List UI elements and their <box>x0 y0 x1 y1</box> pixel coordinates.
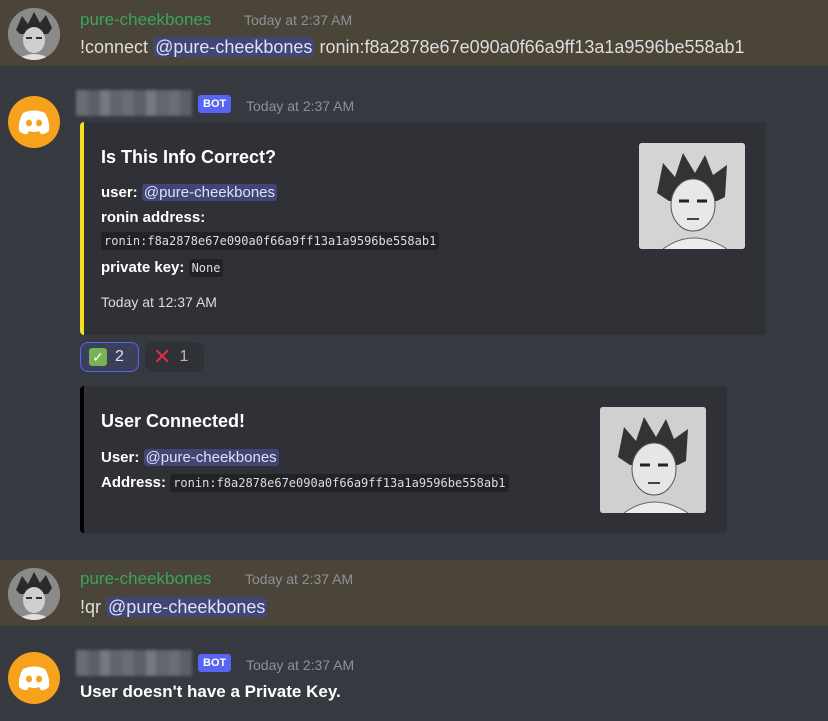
user-avatar[interactable] <box>8 8 60 60</box>
embed-thumbnail[interactable] <box>639 143 745 249</box>
user-mention[interactable]: @pure-cheekbones <box>143 449 279 466</box>
username[interactable]: pure-cheekbones <box>80 569 211 589</box>
reaction-count: 2 <box>115 348 124 365</box>
command-text: !connect <box>80 37 149 57</box>
timestamp: Today at 2:37 AM <box>244 12 353 28</box>
user-mention[interactable]: @pure-cheekbones <box>141 184 277 201</box>
user-label: User: <box>101 449 140 466</box>
message-content: !connect @pure-cheekbones ronin:f8a2878e… <box>80 37 745 58</box>
redacted-bot-name <box>76 650 192 676</box>
check-mark-icon: ✓ <box>89 348 107 366</box>
embed-ronin-value-line: ronin:f8a2878e67e090a0f66a9ff13a1a9596be… <box>101 232 440 250</box>
message-user-connect: pure-cheekbones Today at 2:37 AM !connec… <box>0 0 828 66</box>
redacted-bot-name <box>76 90 192 116</box>
embed-title: User Connected! <box>101 411 246 431</box>
user-avatar[interactable] <box>8 568 60 620</box>
timestamp: Today at 2:37 AM <box>246 657 355 673</box>
embed-color-bar <box>80 386 84 533</box>
reaction-check[interactable]: ✓ 2 <box>80 342 139 372</box>
timestamp: Today at 2:37 AM <box>246 98 355 114</box>
discord-logo-icon <box>18 110 50 135</box>
embed-ronin-label: ronin address: <box>101 209 206 226</box>
reaction-count: 1 <box>179 348 189 365</box>
user-label: user: <box>101 184 138 201</box>
bot-badge: BOT <box>198 654 232 672</box>
timestamp: Today at 2:37 AM <box>245 571 354 587</box>
message-bot-embeds: BOT Today at 2:37 AM Is This Info Correc… <box>0 66 828 560</box>
embed-user-connected: User Connected! User: @pure-cheekbones A… <box>80 386 727 533</box>
user-mention[interactable]: @pure-cheekbones <box>106 597 268 617</box>
bot-badge: BOT <box>198 95 232 113</box>
bot-message-text: User doesn't have a Private Key. <box>80 682 341 701</box>
address-label: Address: <box>101 474 167 491</box>
embed-user-line: user: @pure-cheekbones <box>101 184 277 201</box>
ronin-arg: ronin:f8a2878e67e090a0f66a9ff13a1a9596be… <box>319 37 745 57</box>
pk-label: private key: <box>101 259 185 276</box>
embed-pk-line: private key: None <box>101 259 224 277</box>
message-content: !qr @pure-cheekbones <box>80 597 268 618</box>
cross-mark-icon: ✕ <box>153 344 172 369</box>
address-code: ronin:f8a2878e67e090a0f66a9ff13a1a9596be… <box>170 474 509 492</box>
bot-avatar[interactable] <box>8 652 60 704</box>
user-mention[interactable]: @pure-cheekbones <box>153 37 315 57</box>
reaction-cross[interactable]: ✕ 1 <box>145 342 204 372</box>
username[interactable]: pure-cheekbones <box>80 10 211 30</box>
embed-thumbnail[interactable] <box>600 407 706 513</box>
embed-footer-timestamp: Today at 12:37 AM <box>101 294 217 310</box>
command-text: !qr <box>80 597 102 617</box>
message-bot-no-key: BOT Today at 2:37 AM User doesn't have a… <box>0 626 828 721</box>
embed-address-line: Address: ronin:f8a2878e67e090a0f66a9ff13… <box>101 474 509 492</box>
embed-title: Is This Info Correct? <box>101 147 277 167</box>
embed-color-bar <box>80 122 84 335</box>
bot-avatar[interactable] <box>8 96 60 148</box>
embed-info-check: Is This Info Correct? user: @pure-cheekb… <box>80 122 766 335</box>
message-user-qr: pure-cheekbones Today at 2:37 AM !qr @pu… <box>0 560 828 626</box>
pk-value-code: None <box>188 259 224 277</box>
ronin-address-code: ronin:f8a2878e67e090a0f66a9ff13a1a9596be… <box>101 232 440 250</box>
discord-logo-icon <box>18 666 50 691</box>
embed-user-line: User: @pure-cheekbones <box>101 449 279 466</box>
